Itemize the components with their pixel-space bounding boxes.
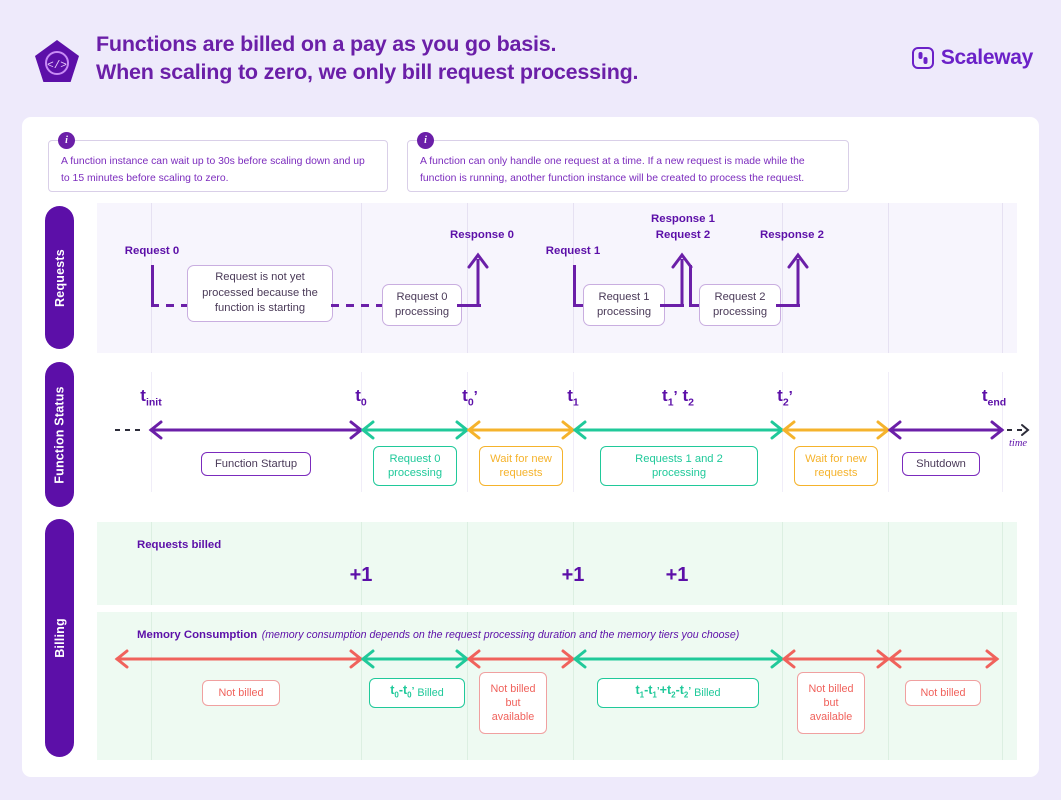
billing-box-t1-t2-billed: t1-t1’+t2-t2’ Billed — [597, 678, 759, 708]
requests-billed-label: Requests billed — [137, 539, 222, 551]
band-label-billing-text: Billing — [52, 618, 67, 658]
requests-billed-count-2: +1 — [665, 564, 689, 586]
tick-t1-prime-t2: t1’ t2 — [662, 386, 694, 409]
gridline — [1002, 522, 1003, 605]
marker-response-1: Response 1 — [651, 213, 715, 225]
request-2-stem — [689, 265, 692, 307]
memory-consumption-panel: Memory Consumption (memory consumption d… — [97, 612, 1017, 760]
code-pentagon-icon: </> — [32, 38, 82, 88]
gridline — [1002, 612, 1003, 760]
tick-t-init: tinit — [140, 386, 162, 409]
memory-consumption-heading: Memory Consumption (memory consumption d… — [137, 625, 739, 643]
brand-name: Scaleway — [940, 46, 1033, 69]
title-line-1: Functions are billed on a pay as you go … — [96, 32, 557, 56]
segment-shutdown: Shutdown — [902, 452, 980, 476]
billing-box-not-billed-2: Not billed — [905, 680, 981, 706]
info-box-scaling: i A function instance can wait up to 30s… — [48, 132, 388, 192]
gridline — [782, 522, 783, 605]
svg-text:</>: </> — [47, 60, 67, 72]
gridline — [151, 522, 152, 605]
billing-box-not-billed-available-1: Not billed but available — [479, 672, 547, 734]
band-label-requests: Requests — [45, 206, 74, 349]
requests-panel: Request 0 Request is not yet processed b… — [97, 203, 1017, 353]
page-title: Functions are billed on a pay as you go … — [96, 30, 639, 86]
band-label-function-status: Function Status — [45, 362, 74, 507]
request-0-dash-2 — [331, 304, 381, 307]
tick-t0: t0 — [355, 386, 367, 409]
scaleway-mark-icon — [911, 47, 934, 69]
billing-formula-t0-suffix: Billed — [417, 687, 444, 699]
brand-logo: Scaleway — [911, 46, 1033, 70]
time-axis-label: time — [1009, 438, 1028, 449]
billing-formula-t0: t0-t0’ — [390, 683, 415, 700]
marker-response-2: Response 2 — [760, 229, 824, 241]
billing-formula-t1-t2: t1-t1’+t2-t2’ — [635, 683, 692, 700]
segment-request-0-processing: Request 0 processing — [373, 446, 457, 486]
request-2-processing-box: Request 2 processing — [699, 284, 781, 326]
request-0-stem — [151, 265, 154, 307]
gridline — [782, 612, 783, 760]
tick-t0-prime: t0’ — [462, 386, 478, 409]
gridline — [467, 522, 468, 605]
marker-response-0: Response 0 — [450, 229, 514, 241]
info-icon: i — [417, 132, 434, 149]
memory-consumption-label: Memory Consumption — [137, 629, 258, 641]
billing-formula-t1-t2-suffix: Billed — [694, 687, 721, 699]
band-label-requests-text: Requests — [52, 248, 67, 307]
billing-box-not-billed-1: Not billed — [202, 680, 280, 706]
memory-axis — [97, 647, 1017, 671]
memory-consumption-note: (memory consumption depends on the reque… — [261, 629, 740, 641]
segment-function-startup: Function Startup — [201, 452, 311, 476]
tick-t1: t1 — [567, 386, 579, 409]
title-line-2: When scaling to zero, we only bill reque… — [96, 60, 639, 84]
billing-box-t0-billed: t0-t0’ Billed — [369, 678, 465, 708]
segment-wait-2: Wait for new requests — [794, 446, 878, 486]
info-box-concurrency-text: A function can only handle one request a… — [420, 156, 805, 184]
status-axis — [97, 418, 1037, 442]
segment-wait-1: Wait for new requests — [479, 446, 563, 486]
billing-box-not-billed-available-2: Not billed but available — [797, 672, 865, 734]
response-2-arrow — [787, 247, 809, 312]
gridline — [782, 203, 783, 353]
response-0-arrow — [467, 247, 489, 312]
info-icon: i — [58, 132, 75, 149]
header: </> Functions are billed on a pay as you… — [0, 0, 1061, 112]
info-box-concurrency: i A function can only handle one request… — [407, 132, 849, 192]
segment-requests-1-2-processing: Requests 1 and 2 processing — [600, 446, 758, 486]
marker-request-0: Request 0 — [124, 245, 180, 257]
request-0-processing-box: Request 0 processing — [382, 284, 462, 326]
band-label-function-status-text: Function Status — [52, 385, 67, 484]
tick-t2-prime: t2’ — [777, 386, 793, 409]
requests-billed-count-1: +1 — [561, 564, 585, 586]
requests-billed-count-0: +1 — [349, 564, 373, 586]
gridline — [888, 203, 889, 353]
gridline — [888, 522, 889, 605]
infographic-page: </> Functions are billed on a pay as you… — [0, 0, 1061, 800]
band-label-billing: Billing — [45, 519, 74, 757]
gridline — [888, 612, 889, 760]
gridline — [361, 203, 362, 353]
request-1-stem — [573, 265, 576, 307]
request-0-dash — [151, 304, 187, 307]
request-1-processing-box: Request 1 processing — [583, 284, 665, 326]
requests-billed-panel: Requests billed +1 +1 +1 — [97, 522, 1017, 605]
tick-t-end: tend — [981, 386, 1007, 409]
function-status-row: tinit t0 t0’ t1 t1’ t2 t2’ tend time Fun… — [97, 372, 1037, 512]
marker-request-1: Request 1 — [545, 245, 601, 257]
request-0-pending-box: Request is not yet processed because the… — [187, 265, 333, 322]
gridline — [1002, 203, 1003, 353]
info-box-scaling-text: A function instance can wait up to 30s b… — [61, 156, 365, 184]
diagram-card: i A function instance can wait up to 30s… — [22, 117, 1039, 777]
